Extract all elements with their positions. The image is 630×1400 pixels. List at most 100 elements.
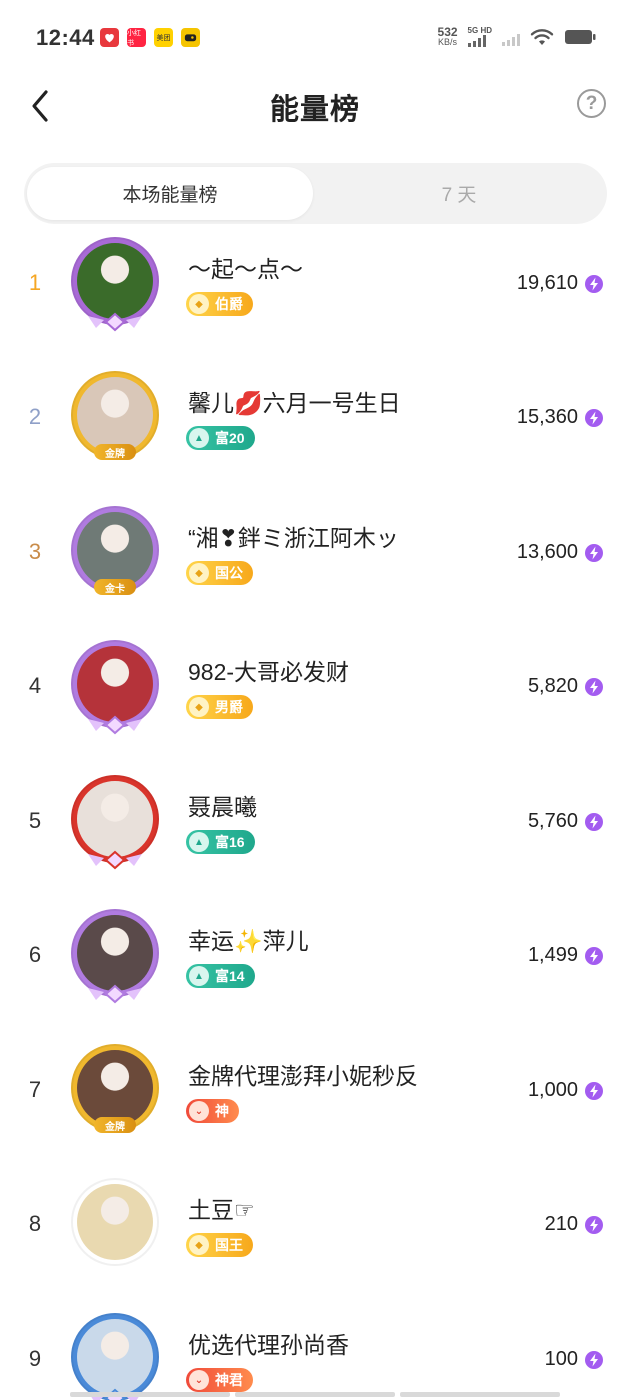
avatar-image — [77, 377, 153, 453]
level-badge: ◆ 国公 — [186, 561, 253, 585]
meituan-app-icon: 美团 — [154, 28, 173, 47]
ranking-row[interactable]: 5 聂晨曦 ▲ 富16 5,760 — [0, 768, 630, 902]
avatar[interactable]: 金卡 — [68, 505, 162, 605]
level-badge-label: 富20 — [215, 430, 245, 446]
energy-value: 1,499 — [527, 944, 578, 966]
network-speed: 532 KB/s — [437, 24, 458, 47]
level-badge: ▲ 富16 — [186, 830, 255, 854]
lightning-icon — [585, 812, 603, 831]
avatar-image — [77, 915, 153, 991]
avatar[interactable] — [68, 639, 162, 739]
ranking-row[interactable]: 3 金卡 “湘❣鉡ミ浙江阿木ッ ◆ 国公 13,600 — [0, 499, 630, 633]
level-badge: ⌄ 神君 — [186, 1368, 253, 1392]
ranking-row[interactable]: 2 金牌 馨儿💋六月一号生日 ▲ 富20 15,360 — [0, 364, 630, 498]
avatar-image — [77, 243, 153, 319]
page-header: 能量榜 ? — [0, 78, 630, 138]
level-badge-label: 国公 — [215, 565, 243, 581]
scroll-indicator — [70, 1392, 560, 1397]
lightning-icon — [585, 1350, 603, 1369]
rank-number: 8 — [28, 1211, 42, 1236]
tab-7-days[interactable]: 7 天 — [315, 167, 603, 220]
user-name: 982-大哥必发财 — [188, 659, 350, 685]
level-badge-label: 伯爵 — [215, 296, 243, 312]
question-icon: ? — [585, 92, 598, 114]
avatar[interactable] — [68, 1177, 162, 1277]
mountain-icon: ▲ — [189, 832, 209, 852]
level-badge-label: 富16 — [215, 834, 245, 850]
energy-value: 5,760 — [527, 810, 578, 832]
user-name: 优选代理孙尚香 — [188, 1332, 349, 1358]
lightning-icon — [585, 274, 603, 293]
ranking-row[interactable]: 8 土豆☞ ◆ 国王 210 — [0, 1171, 630, 1305]
cellular-signal-icon: 5G HD — [467, 26, 492, 47]
avatar[interactable]: 金牌 — [68, 370, 162, 470]
avatar[interactable] — [68, 908, 162, 1008]
level-badge-label: 男爵 — [215, 699, 243, 715]
rank-number: 7 — [28, 1077, 42, 1102]
avatar-wings-icon — [88, 984, 142, 1004]
user-name: 金牌代理澎拜小妮秒反 — [188, 1063, 418, 1089]
avatar-wings-icon — [88, 715, 142, 735]
tab-current-session[interactable]: 本场能量榜 — [27, 167, 313, 220]
level-badge: ▲ 富20 — [186, 426, 255, 450]
rank-number: 2 — [28, 404, 42, 429]
diamond-badge-icon: ◆ — [189, 1235, 209, 1255]
level-badge: ▲ 富14 — [186, 964, 255, 988]
ranking-row[interactable]: 7 金牌 金牌代理澎拜小妮秒反 ⌄ 神 1,000 — [0, 1037, 630, 1171]
help-button[interactable]: ? — [577, 89, 606, 118]
ranking-row[interactable]: 4 982-大哥必发财 ◆ 男爵 5,820 — [0, 633, 630, 767]
chevron-badge-icon: ⌄ — [189, 1370, 209, 1390]
lightning-icon — [585, 1081, 603, 1100]
energy-score: 1,000 — [528, 1079, 604, 1102]
avatar[interactable] — [68, 1312, 162, 1400]
level-badge-label: 国王 — [215, 1237, 243, 1253]
wifi-icon — [530, 28, 554, 45]
user-name: 幸运✨萍儿 — [188, 928, 309, 954]
avatar-frame-tag: 金牌 — [94, 444, 136, 460]
ranking-row[interactable]: 9 优选代理孙尚香 ⌄ 神君 100 — [0, 1306, 630, 1400]
user-name: “湘❣鉡ミ浙江阿木ッ — [188, 525, 399, 551]
energy-value: 1,000 — [527, 1079, 578, 1101]
ranking-row[interactable]: 1 ～起～点～ ◆ 伯爵 19,610 — [0, 230, 630, 364]
level-badge: ◆ 国王 — [186, 1233, 253, 1257]
energy-value: 100 — [544, 1348, 578, 1370]
level-badge-label: 神 — [215, 1103, 229, 1119]
energy-value: 5,820 — [527, 675, 578, 697]
heart-app-icon — [100, 28, 119, 47]
avatar-frame-tag: 金卡 — [94, 579, 136, 595]
rank-number: 5 — [28, 808, 42, 833]
avatar-image — [77, 1050, 153, 1126]
lightning-icon — [585, 408, 603, 427]
rank-number: 1 — [28, 270, 42, 295]
rank-number: 3 — [28, 539, 42, 564]
avatar-image — [77, 781, 153, 857]
energy-value: 210 — [544, 1213, 578, 1235]
energy-score: 5,820 — [528, 675, 604, 698]
energy-score: 15,360 — [517, 406, 604, 429]
user-name: 土豆☞ — [188, 1197, 255, 1223]
level-badge-label: 神君 — [215, 1372, 243, 1388]
chevron-badge-icon: ⌄ — [189, 1101, 209, 1121]
avatar-image — [77, 1184, 153, 1260]
diamond-badge-icon: ◆ — [189, 563, 209, 583]
avatar[interactable]: 金牌 — [68, 1043, 162, 1143]
xiaohongshu-app-icon: 小红书 — [127, 28, 146, 47]
avatar-frame-tag: 金牌 — [94, 1117, 136, 1133]
mountain-icon: ▲ — [189, 966, 209, 986]
user-name: 馨儿💋六月一号生日 — [188, 390, 401, 416]
energy-score: 1,499 — [528, 944, 604, 967]
secondary-signal-icon — [502, 33, 520, 46]
level-badge-label: 富14 — [215, 968, 245, 984]
avatar-wings-icon — [88, 312, 142, 332]
avatar-wings-icon — [88, 850, 142, 870]
avatar-image — [77, 512, 153, 588]
status-bar: 12:44 小红书 美团 532 KB/s 5G HD — [0, 0, 630, 78]
energy-value: 15,360 — [516, 406, 578, 428]
energy-value: 13,600 — [516, 541, 578, 563]
avatar[interactable] — [68, 236, 162, 336]
energy-score: 13,600 — [517, 541, 604, 564]
ranking-row[interactable]: 6 幸运✨萍儿 ▲ 富14 1,499 — [0, 902, 630, 1036]
rank-number: 6 — [28, 942, 42, 967]
avatar[interactable] — [68, 774, 162, 874]
energy-score: 19,610 — [517, 272, 604, 295]
